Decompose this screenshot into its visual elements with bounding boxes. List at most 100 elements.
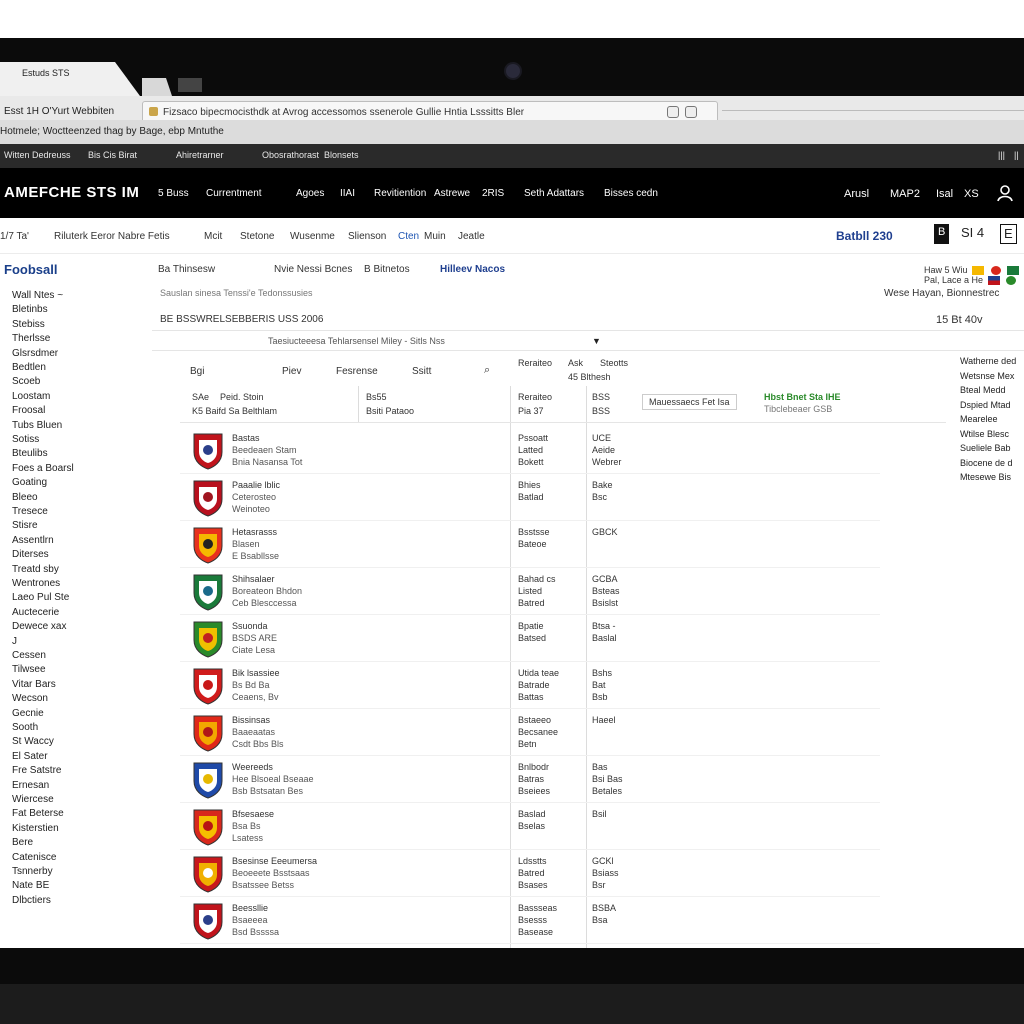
odds-cell[interactable]: Bsr [592,879,606,891]
col-header[interactable]: 45 Blthesh [568,372,611,382]
sidebar-item[interactable]: Gecnie [12,708,44,719]
filter-dropdown[interactable]: B Bitnetos [364,264,410,275]
sidebar-item[interactable]: Glsrsdmer [12,348,58,359]
view-options[interactable]: Wese Hayan, Bionnestrec [884,288,999,299]
sidebar-item[interactable]: Nate BE [12,880,49,891]
sidebar-item[interactable]: Sooth [12,722,38,733]
bookmark-item[interactable]: Ahiretrarner [176,150,224,160]
nav-link[interactable]: Agoes [296,188,324,199]
score-box-outline[interactable]: E [1000,224,1017,244]
bookmark-item[interactable]: Obosrathorast [262,150,319,160]
sidebar-item[interactable]: Tilwsee [12,664,46,675]
score-box-dark[interactable]: B [934,224,950,244]
flag-icon[interactable] [1007,266,1020,276]
sidebar-item[interactable]: Ernesan [12,780,49,791]
bookmark-item[interactable]: Witten Dedreuss [4,150,71,160]
nav-link[interactable]: Revitiention [374,188,426,199]
table-row[interactable]: Hetasrasss Blasen E Bsabllsse Bsstsse Bateoe… [180,522,880,568]
team-name[interactable]: Weereeds [232,761,273,773]
sidebar-item[interactable]: Dlbctiers [12,895,51,906]
sidebar-item[interactable]: Froosal [12,405,45,416]
odds-cell[interactable]: Bat [592,679,606,691]
score-box[interactable]: SI 4 [958,224,987,244]
table-row[interactable]: Shihsalaer Boreateon Bhdon Ceb Blesccessa B… [180,569,880,615]
sidebar-item[interactable]: Stisre [12,520,38,531]
table-row[interactable]: Bfsesaese Bsa Bs Lsatess Baslad Bselas Bsil [180,804,880,850]
score-link[interactable]: Batbll 230 [836,229,893,243]
sidebar-item[interactable]: Dewece xax [12,621,66,632]
sidebar-item[interactable]: Bedtlen [12,362,46,373]
sidebar-item[interactable]: Fat Beterse [12,808,64,819]
dropdown-triangle-icon[interactable]: ▼ [592,336,601,346]
col-header[interactable]: Bgi [190,366,204,377]
flag-icon[interactable] [990,266,1001,276]
subnav-item[interactable]: Wusenme [290,231,335,242]
sidebar-item[interactable]: Wall Ntes ~ [12,290,63,301]
header-map-link[interactable]: MAP2 [890,188,920,200]
sidebar-item[interactable]: J [12,636,17,647]
sidebar-item[interactable]: Bletinbs [12,304,48,315]
odds-cell[interactable]: Bsiass [592,867,619,879]
table-row[interactable]: Beessllie Bsaeeea Bsd Bssssa Bassseas Bsesss… [180,898,880,944]
team-name[interactable]: Bastas [232,432,260,444]
team-name[interactable]: Bfsesaese [232,808,274,820]
table-row[interactable]: Bik lsassiee Bs Bd Ba Ceaens, Bv Utida teae… [180,663,880,709]
sidebar-item[interactable]: Diterses [12,549,49,560]
col-header[interactable]: Ssitt [412,366,431,377]
subnav-item[interactable]: Mcit [204,231,222,242]
sidebar-item[interactable]: Auctecerie [12,607,59,618]
right-panel-item[interactable]: Watherne ded [960,356,1016,366]
right-panel-item[interactable]: Bteal Medd [960,385,1006,395]
right-panel-item[interactable]: Wetsnse Mex [960,371,1014,381]
team-name[interactable]: Bissinsas [232,714,270,726]
filter-dropdown[interactable]: Nvie Nessi Bcnes [274,264,352,275]
sidebar-item[interactable]: Cessen [12,650,46,661]
subnav-item[interactable]: Stetone [240,231,274,242]
table-row[interactable]: Bsesinse Eeeumersa Beoeeete Bsstsaas Bsats… [180,851,880,897]
team-name[interactable]: Beessllie [232,902,268,914]
nav-link[interactable]: Bisses cedn [604,188,658,199]
team-name[interactable]: Shihsalaer [232,573,275,585]
bookmark-star-icon[interactable] [667,106,679,118]
header-close-link[interactable]: XS [964,188,979,200]
subnav-item[interactable]: Slienson [348,231,386,242]
table-row[interactable]: Weereeds Hee Blsoeal Bseaae Bsb Bstsatan B… [180,757,880,803]
sidebar-item[interactable]: Treatd sby [12,564,59,575]
sidebar-item[interactable]: Wentrones [12,578,60,589]
sidebar-item[interactable]: Foes a Boarsl [12,463,74,474]
col-header[interactable]: Fesrense [336,366,378,377]
sidebar-item[interactable]: Wecson [12,693,48,704]
odds-cell[interactable]: Bake [592,479,613,491]
filter-highlight[interactable]: Hilleev Nacos [440,264,505,275]
subnav-item-active[interactable]: Cten [398,231,419,242]
filter-button[interactable]: Mauessaecs Fet Isa [642,394,737,410]
sidebar-item[interactable]: Wiercese [12,794,54,805]
odds-cell[interactable]: Bsil [592,808,607,820]
right-panel-item[interactable]: Mtesewe Bis [960,472,1011,482]
browser-tab-inactive[interactable] [178,78,202,92]
sidebar-item[interactable]: Bleeo [12,492,38,503]
table-row[interactable]: Bissinsas Baaeaatas Csdt Bbs Bls Bstaeeo Bec… [180,710,880,756]
sidebar-item[interactable]: Catenisce [12,852,56,863]
right-panel-item[interactable]: Sueliele Bab [960,443,1011,453]
sidebar-item[interactable]: Therlsse [12,333,50,344]
right-panel-item[interactable]: Dspied Mtad [960,400,1011,410]
nav-link[interactable]: Astrewe [434,188,470,199]
nav-link[interactable]: Seth Adattars [524,188,584,199]
table-row[interactable]: Paaalie lblic Ceterosteo Weinoteo Bhies Batl… [180,475,880,521]
nav-link[interactable]: Currentment [206,188,262,199]
sidebar-item[interactable]: Bere [12,837,33,848]
subnav-item[interactable]: Jeatle [458,231,485,242]
sidebar-item[interactable]: Stebiss [12,319,45,330]
bookmark-item[interactable]: Blonsets [324,150,359,160]
sidebar-item[interactable]: Loostam [12,391,50,402]
col-header[interactable]: Piev [282,366,301,377]
odds-cell[interactable]: BSBA [592,902,616,914]
sidebar-item[interactable]: Laeo Pul Ste [12,592,69,603]
sidebar-item[interactable]: Bteulibs [12,448,48,459]
sort-icon[interactable]: ⌕ [484,364,490,377]
odds-cell[interactable]: Bsb [592,691,608,703]
right-panel-item[interactable]: Mearelee [960,414,998,424]
odds-cell[interactable]: GCKl [592,855,614,867]
team-name[interactable]: Bik lsassiee [232,667,280,679]
